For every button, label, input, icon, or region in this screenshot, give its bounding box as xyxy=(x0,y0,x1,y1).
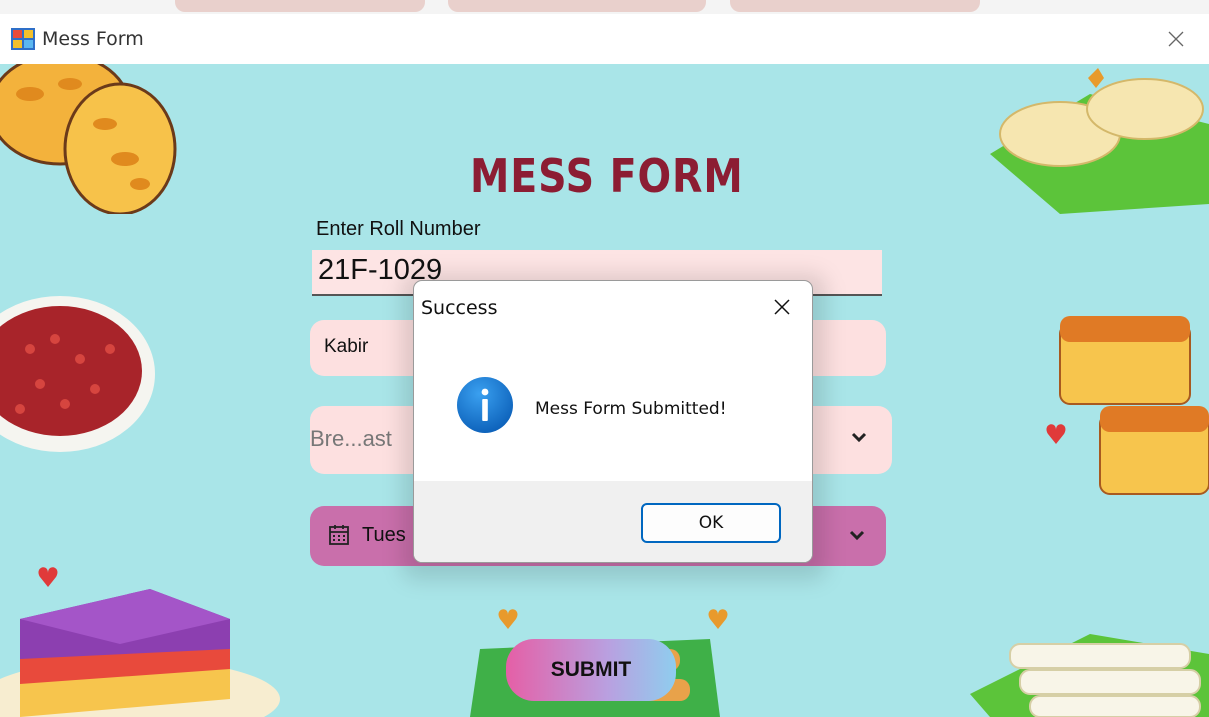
meal-value: Bre...ast xyxy=(310,426,392,451)
dialog-close-button[interactable] xyxy=(760,287,804,327)
roll-number-label: Enter Roll Number xyxy=(316,218,481,240)
close-icon xyxy=(1168,31,1184,47)
rice-cake-illustration xyxy=(990,68,1209,214)
cassava-cake-illustration xyxy=(970,634,1209,717)
dialog-title: Success xyxy=(421,297,498,319)
layered-cake-illustration xyxy=(0,567,280,717)
success-dialog: Success Mess Form Submitted! OK xyxy=(413,280,813,563)
submit-label: SUBMIT xyxy=(550,658,632,681)
dialog-message: Mess Form Submitted! xyxy=(535,399,727,419)
name-value: Kabir xyxy=(324,336,369,357)
waffle-illustration xyxy=(0,64,177,214)
date-value: Tues xyxy=(362,524,406,546)
window-title: Mess Form xyxy=(42,28,144,50)
red-beans-bowl-illustration xyxy=(0,296,155,452)
title-bar: Mess Form xyxy=(0,14,1209,64)
ok-button[interactable]: OK xyxy=(641,503,781,543)
windows-forms-app-icon xyxy=(11,28,35,50)
dialog-button-bar: OK xyxy=(414,481,812,562)
cake-slices-illustration xyxy=(1046,316,1209,495)
calendar-icon xyxy=(329,525,349,545)
info-icon xyxy=(457,377,513,433)
background-window-strip xyxy=(0,0,1209,14)
chevron-down-icon xyxy=(851,432,867,443)
ok-label: OK xyxy=(698,513,724,533)
form-heading: MESS FORM xyxy=(470,149,744,203)
close-icon xyxy=(774,299,790,315)
window-close-button[interactable] xyxy=(1150,18,1202,60)
chevron-down-icon xyxy=(849,530,865,541)
submit-button[interactable]: SUBMIT xyxy=(506,639,676,701)
